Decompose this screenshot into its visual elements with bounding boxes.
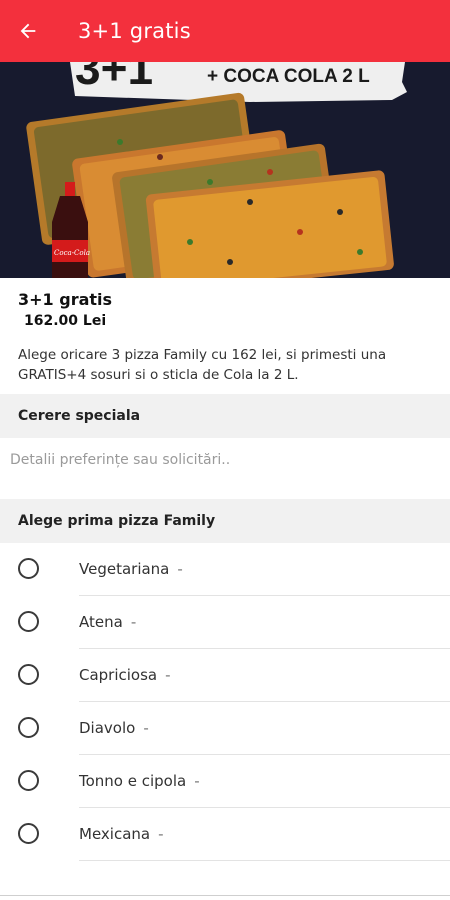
divider	[79, 860, 450, 861]
special-request-input[interactable]	[10, 440, 440, 480]
radio-button[interactable]	[18, 611, 39, 632]
radio-button[interactable]	[18, 717, 39, 738]
pizza-option[interactable]: Atena -	[0, 596, 450, 649]
radio-button[interactable]	[18, 823, 39, 844]
option-label: Mexicana	[79, 825, 151, 843]
product-info: 3+1 gratis 162.00 Lei Alege oricare 3 pi…	[0, 278, 450, 394]
product-description: Alege oricare 3 pizza Family cu 162 lei,…	[18, 347, 387, 383]
option-dash: -	[165, 666, 171, 684]
radio-button[interactable]	[18, 770, 39, 791]
option-dash: -	[177, 560, 183, 578]
app-bar: 3+1 gratis	[0, 0, 450, 62]
hero-big-text: 3+1	[75, 62, 153, 94]
option-label: Diavolo	[79, 719, 136, 737]
pizza-option[interactable]: Mexicana -	[0, 808, 450, 861]
pizza-option[interactable]: Vegetariana -	[0, 543, 450, 596]
pizza-options-list: Vegetariana - Atena - Capriciosa - Diavolo -…	[0, 543, 450, 861]
radio-button[interactable]	[18, 664, 39, 685]
hero-promo-text: + COCA COLA 2 L	[207, 66, 370, 87]
option-label: Atena	[79, 613, 123, 631]
special-request-header: Cerere speciala	[0, 394, 450, 438]
option-dash: -	[158, 825, 164, 843]
pizza-option[interactable]: Diavolo -	[0, 702, 450, 755]
option-dash: -	[143, 719, 149, 737]
product-hero-image: 3+1 + COCA COLA 2 L Coca-Cola	[0, 62, 450, 278]
option-dash: -	[130, 613, 137, 631]
svg-text:Coca-Cola: Coca-Cola	[54, 249, 90, 257]
arrow-left-icon	[20, 23, 36, 39]
bottom-action-bar	[0, 895, 450, 900]
product-name: 3+1 gratis	[18, 290, 113, 309]
option-label: Vegetariana	[79, 560, 170, 578]
radio-button[interactable]	[18, 558, 39, 579]
pizza-option[interactable]: Tonno e cipola -	[0, 755, 450, 808]
page-title: 3+1 gratis	[78, 19, 191, 43]
pizza-option[interactable]: Capriciosa -	[0, 649, 450, 702]
option-label: Capriciosa	[79, 666, 158, 684]
product-price: 162.00 Lei	[24, 313, 107, 329]
option-dash: -	[194, 772, 200, 790]
pizza-choice-header: Alege prima pizza Family	[0, 499, 450, 543]
back-button[interactable]	[0, 0, 56, 62]
option-label: Tonno e cipola	[79, 772, 187, 790]
